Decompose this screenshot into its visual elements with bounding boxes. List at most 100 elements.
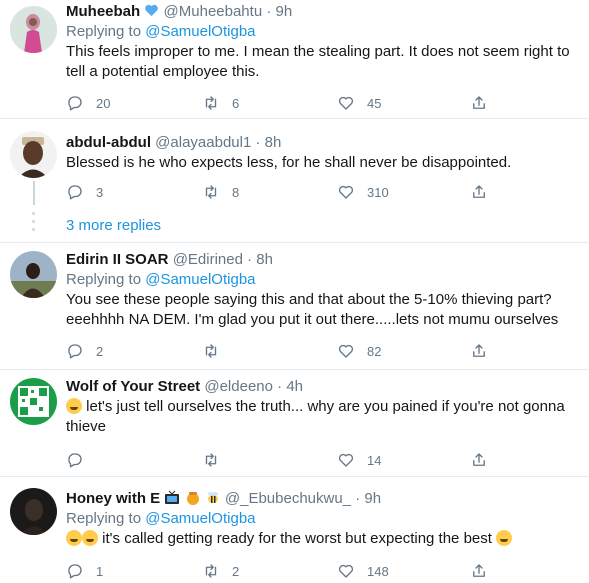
share-icon <box>473 564 485 577</box>
share-button[interactable] <box>470 182 488 202</box>
tweet-text: let's just tell ourselves the truth... w… <box>66 397 579 437</box>
tweet-text: This feels improper to me. I mean the st… <box>66 43 570 80</box>
honey-pot-icon <box>186 492 199 505</box>
share-icon <box>473 185 485 198</box>
author-name[interactable]: Honey with E <box>66 490 160 507</box>
tweet-abdul[interactable]: abdul-abdul @alayaabdul1 · 8h Blessed is… <box>0 119 589 243</box>
avatar[interactable] <box>10 251 57 298</box>
replying-prefix: Replying to <box>66 271 142 288</box>
replying-to: Replying to @SamuelOtigba <box>66 22 579 42</box>
like-button[interactable]: 14 <box>337 450 381 470</box>
retweet-button[interactable]: 2 <box>202 561 239 581</box>
thread-line <box>33 181 35 205</box>
author-name[interactable]: Edirin II SOAR <box>66 251 169 268</box>
reply-button[interactable]: 2 <box>66 341 103 361</box>
reply-count: 1 <box>96 563 104 579</box>
timestamp[interactable]: 4h <box>286 378 303 395</box>
mention-link[interactable]: @SamuelOtigba <box>145 510 255 527</box>
retweet-button[interactable]: 6 <box>202 93 239 113</box>
reply-icon <box>68 564 82 579</box>
reply-icon <box>68 453 82 468</box>
separator: · <box>266 3 272 20</box>
reply-count: 3 <box>96 184 104 200</box>
replying-prefix: Replying to <box>66 23 142 40</box>
tweet-honey[interactable]: Honey with E @_Ebubechukwu_ · 9h Replyin… <box>0 477 589 583</box>
avatar[interactable] <box>10 378 57 425</box>
more-replies-link[interactable]: 3 more replies <box>66 217 161 234</box>
author-handle[interactable]: @Edirined <box>173 251 243 268</box>
like-button[interactable]: 310 <box>337 182 389 202</box>
like-button[interactable]: 148 <box>337 561 389 581</box>
tweet-text: Blessed is he who expects less, for he s… <box>66 154 512 171</box>
reply-button[interactable]: 20 <box>66 93 110 113</box>
retweet-button[interactable]: 8 <box>202 182 239 202</box>
author-handle[interactable]: @Muheebahtu <box>164 3 263 20</box>
share-icon <box>473 453 485 466</box>
reply-button[interactable]: 3 <box>66 182 103 202</box>
retweet-icon <box>205 96 217 110</box>
replying-prefix: Replying to <box>66 510 142 527</box>
author-handle[interactable]: @alayaabdul1 <box>155 134 251 151</box>
retweet-icon <box>205 564 217 578</box>
separator: · <box>247 251 253 268</box>
like-button[interactable]: 45 <box>337 93 381 113</box>
timestamp[interactable]: 9h <box>364 490 381 507</box>
reply-count: 20 <box>96 95 111 111</box>
share-button[interactable] <box>470 93 488 113</box>
tweet-edirin[interactable]: Edirin II SOAR @Edirined · 8h Replying t… <box>0 243 589 369</box>
rolling-laughing-emoji-icon <box>496 530 513 546</box>
retweet-button[interactable] <box>202 341 220 361</box>
retweet-icon <box>205 185 217 199</box>
timestamp[interactable]: 8h <box>256 251 273 268</box>
heart-icon <box>338 96 354 110</box>
retweet-count: 2 <box>232 563 240 579</box>
author-handle[interactable]: @eldeeno <box>204 378 273 395</box>
author-name[interactable]: abdul-abdul <box>66 134 151 151</box>
timestamp[interactable]: 8h <box>265 134 282 151</box>
laughing-emoji-icon <box>66 530 82 546</box>
share-button[interactable] <box>470 561 488 581</box>
avatar[interactable] <box>10 488 57 535</box>
avatar[interactable] <box>10 131 57 178</box>
separator: · <box>277 378 283 395</box>
share-icon <box>473 96 485 109</box>
reply-icon <box>68 96 82 111</box>
retweet-icon <box>205 344 217 358</box>
like-count: 14 <box>367 452 382 468</box>
reply-button[interactable] <box>66 450 84 470</box>
thread-dots <box>32 212 35 236</box>
reply-button[interactable]: 1 <box>66 561 103 581</box>
mention-link[interactable]: @SamuelOtigba <box>145 271 255 288</box>
tweet-text-body: it's called getting ready for the worst … <box>102 530 492 547</box>
mention-link[interactable]: @SamuelOtigba <box>145 23 255 40</box>
separator: · <box>355 490 361 507</box>
tweet-text-body: let's just tell ourselves the truth... w… <box>66 398 565 435</box>
timestamp[interactable]: 9h <box>276 3 293 20</box>
reply-icon <box>68 185 82 200</box>
author-name[interactable]: Muheebah <box>66 3 140 20</box>
retweet-count: 6 <box>232 95 240 111</box>
like-count: 45 <box>367 95 382 111</box>
retweet-count: 8 <box>232 184 240 200</box>
heart-icon <box>338 453 354 467</box>
like-button[interactable]: 82 <box>337 341 381 361</box>
tweet-wolf[interactable]: Wolf of Your Street @eldeeno · 4h let's … <box>0 370 589 476</box>
heart-icon <box>338 344 354 358</box>
tweet-muheebah[interactable]: Muheebah @Muheebahtu · 9h Replying to @S… <box>0 0 589 112</box>
tweet-text: You see these people saying this and tha… <box>66 291 559 328</box>
share-button[interactable] <box>470 341 488 361</box>
retweet-button[interactable] <box>202 450 220 470</box>
laughing-emoji-icon <box>66 398 82 414</box>
share-button[interactable] <box>470 450 488 470</box>
author-handle[interactable]: @_Ebubechukwu_ <box>225 490 351 507</box>
replying-to: Replying to @SamuelOtigba <box>66 509 579 529</box>
laughing-emoji-icon <box>82 530 98 546</box>
author-name[interactable]: Wolf of Your Street <box>66 378 200 395</box>
tv-icon <box>165 490 180 504</box>
separator: · <box>255 134 261 151</box>
avatar[interactable] <box>10 6 57 53</box>
like-count: 82 <box>367 343 382 359</box>
heart-badge-icon <box>145 4 159 17</box>
reply-count: 2 <box>96 343 104 359</box>
reply-icon <box>68 344 82 359</box>
